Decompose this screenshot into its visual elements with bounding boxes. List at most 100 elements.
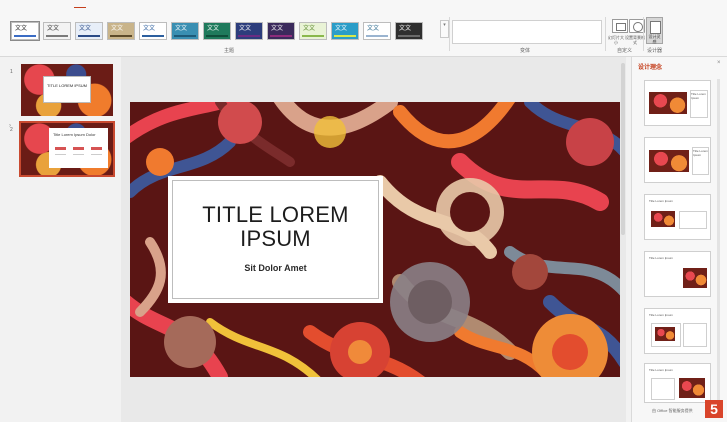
idea-label: Title Lorem Ipsum	[649, 199, 673, 203]
design-idea-2[interactable]: Title Lorem Ipsum	[644, 137, 711, 183]
theme-color-bar	[302, 35, 324, 37]
theme-sample-text: 文文	[399, 26, 412, 32]
slide-number: 1	[10, 69, 13, 75]
theme-color-bar	[270, 35, 292, 37]
design-ideas-icon	[650, 21, 661, 34]
ribbon-tab-transitions[interactable]	[96, 1, 112, 7]
theme-color-bar	[238, 35, 260, 37]
theme-thumbnail[interactable]: 文文	[203, 22, 231, 40]
ribbon-tab-help[interactable]	[220, 1, 230, 7]
design-ideas-footer: 由 Office 智能服务提供	[652, 408, 693, 413]
ribbon-tab-review[interactable]	[178, 1, 190, 7]
theme-sample-text: 文文	[143, 26, 156, 32]
thumbnail-title: TITLE LOREM IPSUM	[43, 76, 91, 103]
idea-image	[649, 92, 687, 114]
theme-thumbnail[interactable]: 文文	[363, 22, 391, 40]
thumbnail-content: Title Lorem Ipsum Dolor	[49, 128, 108, 168]
theme-color-bar	[398, 35, 420, 37]
ribbon-tab-tell-me[interactable]	[244, 1, 258, 7]
theme-sample-text: 文文	[367, 26, 380, 32]
theme-color-bar	[206, 35, 228, 37]
design-ideas-scrollbar[interactable]	[717, 79, 720, 409]
idea-text-box	[683, 323, 707, 347]
design-ideas-button[interactable]: 设计灵感	[646, 17, 663, 44]
theme-thumbnail[interactable]: 文文	[299, 22, 327, 40]
canvas-scrollbar[interactable]	[621, 63, 625, 235]
theme-sample-text: 文文	[303, 26, 316, 32]
slide-title[interactable]: TITLE LOREM IPSUM	[173, 203, 378, 251]
theme-thumbnail[interactable]: 文文	[107, 22, 135, 40]
slide-number: 2	[10, 127, 13, 133]
theme-thumbnail[interactable]: 文文	[171, 22, 199, 40]
theme-color-bar	[78, 35, 100, 37]
thumbnail-accent	[91, 147, 102, 150]
design-idea-3[interactable]: Title Lorem Ipsum	[644, 194, 711, 240]
theme-thumbnail[interactable]: 文文	[331, 22, 359, 40]
theme-color-bar	[14, 35, 36, 37]
theme-sample-text: 文文	[111, 26, 124, 32]
group-label-themes: 主题	[224, 48, 235, 54]
theme-thumbnail[interactable]: 文文	[10, 21, 40, 41]
theme-sample-text: 文文	[271, 26, 284, 32]
theme-thumbnail[interactable]: 文文	[43, 22, 71, 40]
idea-image	[655, 327, 675, 341]
close-icon[interactable]: ×	[717, 60, 721, 66]
title-placeholder-frame: TITLE LOREM IPSUM Sit Dolor Amet	[172, 180, 379, 299]
theme-thumbnail[interactable]: 文文	[75, 22, 103, 40]
account-area[interactable]	[700, 3, 727, 9]
format-background-icon	[633, 22, 643, 32]
current-slide[interactable]: TITLE LOREM IPSUM Sit Dolor Amet	[130, 102, 620, 377]
slide-thumbnail-2[interactable]: Title Lorem Ipsum Dolor	[19, 121, 115, 177]
theme-thumbnail[interactable]: 文文	[267, 22, 295, 40]
slide-subtitle[interactable]: Sit Dolor Amet	[173, 263, 378, 273]
ribbon-separator	[643, 17, 644, 51]
thumbnail-accent	[73, 147, 84, 150]
ribbon-tab-design[interactable]	[74, 1, 86, 8]
thumbnail-text-line	[55, 154, 66, 155]
theme-color-bar	[334, 35, 356, 37]
slide-thumbnail-pane: 1 TITLE LOREM IPSUM › 2 Title Lorem Ipsu…	[0, 57, 121, 422]
ribbon-tab-slideshow[interactable]	[146, 1, 168, 7]
slide-editing-canvas[interactable]: TITLE LOREM IPSUM Sit Dolor Amet	[121, 57, 626, 422]
idea-image	[679, 378, 705, 398]
step-badge: 5	[705, 400, 723, 418]
theme-thumbnail[interactable]: 文文	[395, 22, 423, 40]
theme-sample-text: 文文	[335, 26, 348, 32]
ribbon-tab-home[interactable]	[24, 1, 36, 7]
idea-label: Title Lorem Ipsum	[649, 368, 673, 372]
thumbnail-title: Title Lorem Ipsum Dolor	[53, 132, 96, 137]
ribbon-tab-animations[interactable]	[120, 1, 136, 7]
thumbnail-accent	[55, 147, 66, 150]
theme-sample-text: 文文	[175, 26, 188, 32]
title-placeholder[interactable]: TITLE LOREM IPSUM Sit Dolor Amet	[168, 176, 383, 303]
ribbon-tab-view[interactable]	[198, 1, 210, 7]
group-label-designer: 设计器	[647, 48, 663, 54]
slide-size-label: 幻灯片大小	[608, 35, 624, 45]
ribbon-tab-file[interactable]	[4, 1, 14, 7]
slide-size-icon	[616, 23, 626, 31]
ribbon-tab-insert[interactable]	[48, 1, 60, 7]
design-idea-4[interactable]: Title Lorem Ipsum	[644, 251, 711, 297]
idea-caption: Title Lorem Ipsum	[691, 92, 706, 100]
theme-color-bar	[174, 35, 196, 37]
ribbon-separator	[449, 17, 450, 51]
variants-gallery[interactable]	[452, 20, 602, 44]
theme-thumbnail[interactable]: 文文	[235, 22, 263, 40]
thumbnail-text-line	[73, 154, 84, 155]
slide-size-button[interactable]	[612, 19, 628, 33]
themes-scroll-button[interactable]: ▾	[440, 20, 449, 38]
theme-color-bar	[366, 35, 388, 37]
theme-thumbnail[interactable]: 文文	[139, 22, 167, 40]
slide-thumbnail-1[interactable]: TITLE LOREM IPSUM	[21, 64, 113, 116]
idea-image	[651, 211, 675, 227]
design-idea-1[interactable]: Title Lorem Ipsum	[644, 80, 711, 126]
idea-image	[649, 150, 689, 172]
design-ideas-title: 设计理念	[638, 65, 663, 71]
idea-image	[683, 268, 707, 288]
theme-color-bar	[142, 35, 164, 37]
theme-color-bar	[110, 35, 132, 37]
design-idea-5[interactable]: Title Lorem Ipsum	[644, 308, 711, 354]
design-idea-6[interactable]: Title Lorem Ipsum	[644, 363, 711, 403]
design-ideas-pane: 设计理念 × Title Lorem Ipsum Title Lorem Ips…	[631, 57, 727, 422]
group-label-variants: 变体	[520, 48, 531, 54]
